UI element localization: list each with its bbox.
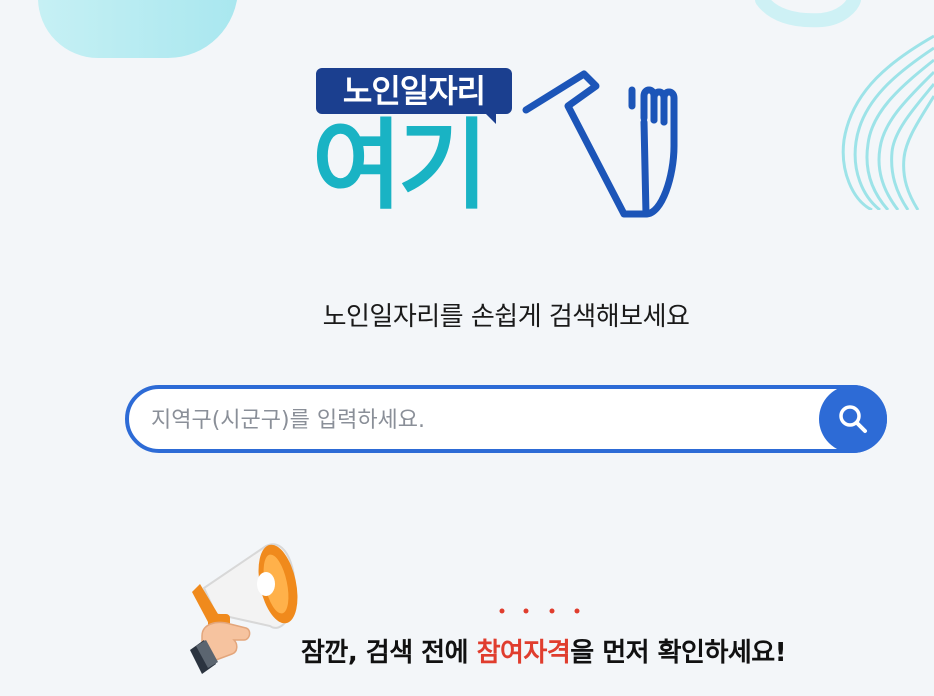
page-subtitle: 노인일자리를 손쉽게 검색해보세요 <box>322 302 690 332</box>
search-button[interactable] <box>819 385 887 453</box>
notice-suffix: 을 먼저 확인하세요! <box>570 638 787 668</box>
pointing-hand-icon <box>522 70 678 218</box>
logo: 노인일자리 여기 <box>312 64 702 224</box>
eligibility-notice: 잠깐, 검색 전에 참여자격을 먼저 확인하세요! <box>301 632 787 669</box>
decorative-lines-top-right <box>755 0 934 210</box>
decorative-blob-top-left <box>38 0 238 58</box>
megaphone-icon <box>190 543 298 674</box>
search-icon <box>839 405 867 433</box>
logo-small-text: 노인일자리 <box>342 72 486 110</box>
logo-big-text: 여기 <box>312 109 488 223</box>
highlight-dots <box>499 608 580 614</box>
search-input[interactable] <box>149 399 813 441</box>
eligibility-link[interactable]: 참여자격 <box>477 638 571 668</box>
notice-prefix: 잠깐, 검색 전에 <box>301 638 477 668</box>
search-bar <box>125 385 887 453</box>
